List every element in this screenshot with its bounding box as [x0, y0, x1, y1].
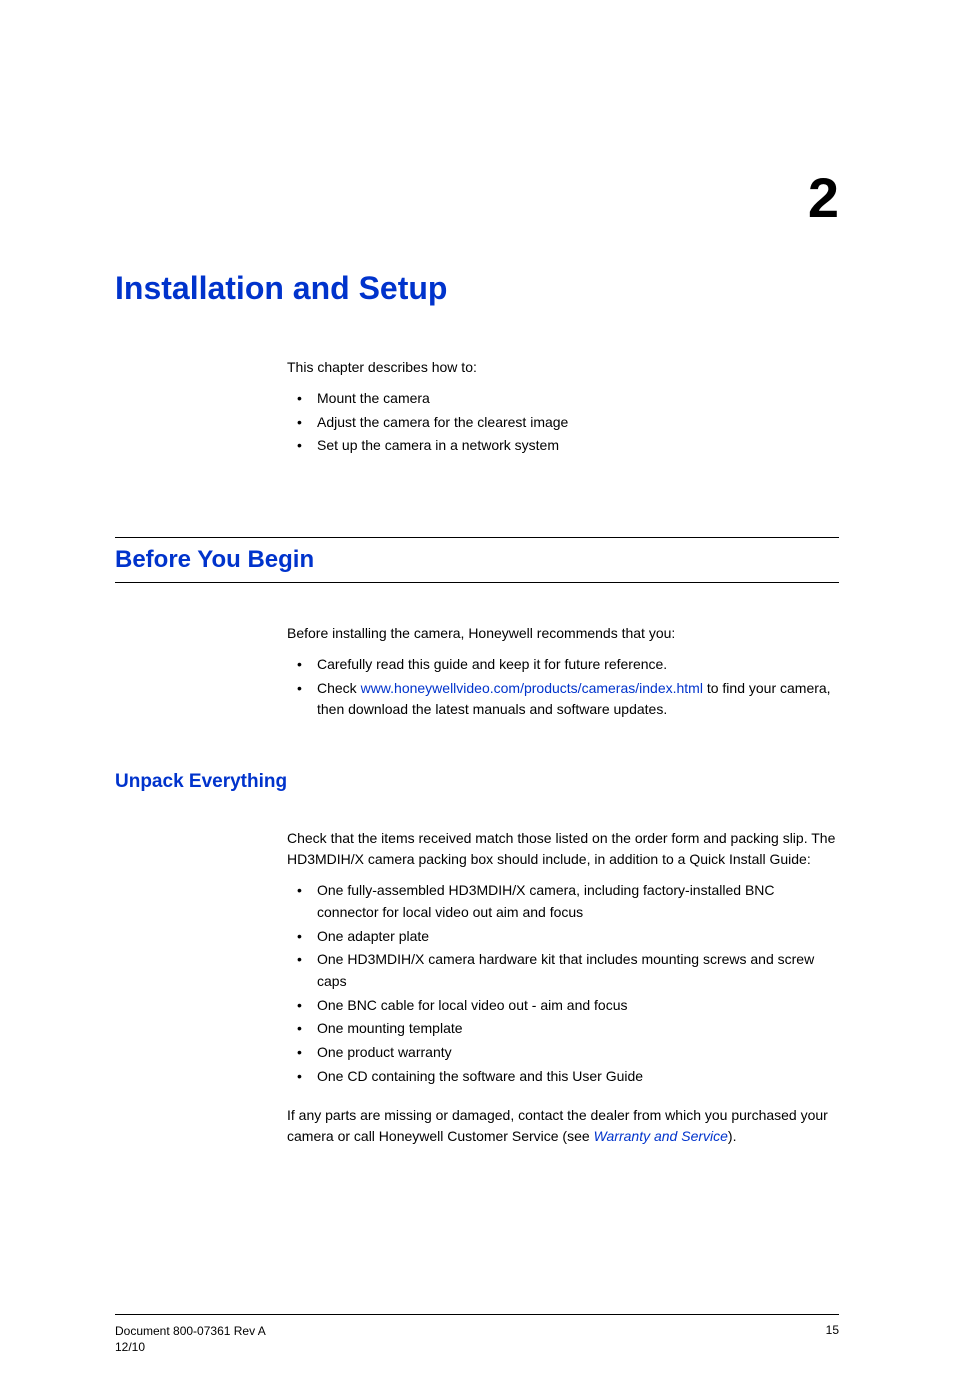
list-item: Check www.honeywellvideo.com/products/ca…	[287, 678, 839, 721]
list-item: Adjust the camera for the clearest image	[287, 412, 839, 434]
before-lead: Before installing the camera, Honeywell …	[287, 623, 839, 644]
list-item: One product warranty	[287, 1042, 839, 1064]
unpack-lead: Check that the items received match thos…	[287, 828, 839, 870]
text: Check	[317, 680, 361, 696]
list-item: One HD3MDIH/X camera hardware kit that i…	[287, 949, 839, 992]
warranty-service-link[interactable]: Warranty and Service	[594, 1128, 728, 1144]
footer-left: Document 800-07361 Rev A 12/10	[115, 1323, 266, 1355]
list-item: One mounting template	[287, 1018, 839, 1040]
text: If any parts are missing or damaged, con…	[287, 1107, 828, 1144]
list-item: One fully-assembled HD3MDIH/X camera, in…	[287, 880, 839, 923]
section-before-you-begin-heading: Before You Begin	[115, 537, 839, 583]
chapter-number: 2	[115, 165, 839, 230]
section-unpack-heading: Unpack Everything	[115, 771, 839, 793]
footer-date: 12/10	[115, 1339, 266, 1355]
footer-page-number: 15	[826, 1323, 839, 1337]
intro-lead: This chapter describes how to:	[287, 357, 839, 378]
unpack-bullets: One fully-assembled HD3MDIH/X camera, in…	[287, 880, 839, 1087]
list-item: Carefully read this guide and keep it fo…	[287, 654, 839, 676]
footer-doc: Document 800-07361 Rev A	[115, 1323, 266, 1339]
unpack-trail: If any parts are missing or damaged, con…	[287, 1105, 839, 1147]
text: ).	[728, 1128, 737, 1144]
list-item: One CD containing the software and this …	[287, 1066, 839, 1088]
list-item: One adapter plate	[287, 926, 839, 948]
before-bullets: Carefully read this guide and keep it fo…	[287, 654, 839, 721]
list-item: Set up the camera in a network system	[287, 435, 839, 457]
list-item: Mount the camera	[287, 388, 839, 410]
intro-bullets: Mount the camera Adjust the camera for t…	[287, 388, 839, 457]
page-footer: Document 800-07361 Rev A 12/10 15	[115, 1314, 839, 1355]
honeywell-video-link[interactable]: www.honeywellvideo.com/products/cameras/…	[361, 680, 703, 696]
chapter-title: Installation and Setup	[115, 270, 839, 307]
list-item: One BNC cable for local video out - aim …	[287, 995, 839, 1017]
